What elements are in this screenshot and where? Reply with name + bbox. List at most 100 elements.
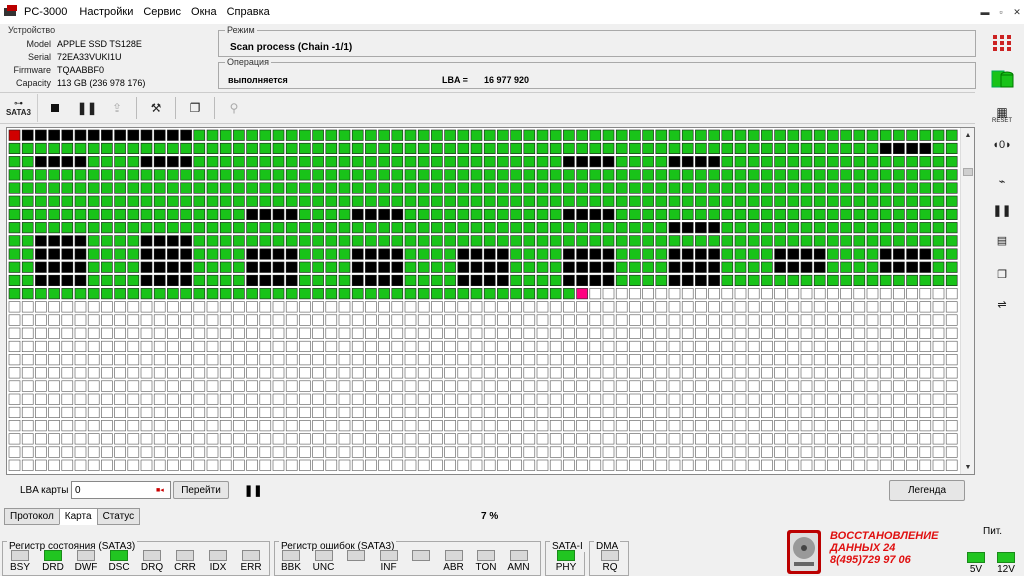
- map-block-good[interactable]: [800, 129, 813, 141]
- map-block-good[interactable]: [563, 195, 575, 207]
- map-block-empty[interactable]: [787, 327, 800, 339]
- map-block-empty[interactable]: [615, 446, 628, 458]
- map-block-good[interactable]: [325, 248, 338, 260]
- map-block-bad[interactable]: [576, 248, 588, 260]
- map-block-empty[interactable]: [378, 406, 390, 419]
- map-block-empty[interactable]: [61, 354, 74, 366]
- map-block-good[interactable]: [87, 288, 100, 300]
- map-block-empty[interactable]: [866, 393, 879, 405]
- map-block-good[interactable]: [470, 288, 483, 300]
- map-block-empty[interactable]: [127, 314, 140, 326]
- map-block-empty[interactable]: [391, 393, 404, 405]
- map-block-good[interactable]: [378, 169, 390, 181]
- scroll-thumb[interactable]: [963, 168, 973, 176]
- map-block-good[interactable]: [563, 222, 575, 234]
- map-block-empty[interactable]: [74, 393, 87, 405]
- map-block-empty[interactable]: [351, 446, 364, 458]
- map-block-empty[interactable]: [378, 301, 390, 313]
- map-block-good[interactable]: [576, 235, 588, 247]
- map-block-good[interactable]: [827, 129, 839, 141]
- map-block-empty[interactable]: [299, 380, 311, 392]
- map-block-empty[interactable]: [219, 340, 232, 352]
- map-block-empty[interactable]: [219, 433, 232, 445]
- map-block-empty[interactable]: [193, 340, 206, 352]
- map-block-empty[interactable]: [589, 340, 602, 352]
- map-block-good[interactable]: [655, 142, 668, 154]
- map-block-good[interactable]: [167, 182, 179, 194]
- map-block-empty[interactable]: [193, 459, 206, 471]
- map-block-empty[interactable]: [893, 301, 905, 313]
- map-block-good[interactable]: [140, 182, 153, 194]
- map-block-empty[interactable]: [919, 340, 932, 352]
- map-block-good[interactable]: [668, 169, 681, 181]
- map-block-good[interactable]: [246, 142, 258, 154]
- map-block-good[interactable]: [325, 261, 338, 273]
- map-block-empty[interactable]: [602, 327, 615, 339]
- map-block-good[interactable]: [827, 235, 839, 247]
- map-block-empty[interactable]: [206, 420, 219, 432]
- map-block-empty[interactable]: [325, 301, 338, 313]
- map-block-empty[interactable]: [457, 406, 470, 419]
- map-block-good[interactable]: [787, 169, 800, 181]
- map-block-bad[interactable]: [140, 248, 153, 260]
- map-block-empty[interactable]: [510, 393, 522, 405]
- map-block-good[interactable]: [576, 142, 588, 154]
- map-block-empty[interactable]: [259, 459, 272, 471]
- map-block-empty[interactable]: [299, 340, 311, 352]
- map-block-good[interactable]: [945, 208, 958, 220]
- map-block-empty[interactable]: [708, 288, 720, 300]
- map-block-good[interactable]: [866, 261, 879, 273]
- map-block-good[interactable]: [787, 274, 800, 286]
- map-block-good[interactable]: [747, 261, 760, 273]
- map-block-empty[interactable]: [932, 380, 945, 392]
- map-block-empty[interactable]: [167, 433, 179, 445]
- map-block-good[interactable]: [74, 195, 87, 207]
- map-block-bad[interactable]: [457, 274, 470, 286]
- map-block-good[interactable]: [879, 129, 892, 141]
- map-block-empty[interactable]: [114, 380, 126, 392]
- map-block-empty[interactable]: [365, 446, 377, 458]
- map-block-good[interactable]: [642, 208, 654, 220]
- map-block-empty[interactable]: [668, 380, 681, 392]
- map-block-empty[interactable]: [866, 459, 879, 471]
- map-block-empty[interactable]: [681, 354, 694, 366]
- map-block-bad[interactable]: [153, 274, 166, 286]
- map-block-empty[interactable]: [299, 433, 311, 445]
- map-block-bad[interactable]: [378, 208, 390, 220]
- map-block-bad[interactable]: [48, 248, 60, 260]
- map-block-empty[interactable]: [417, 406, 430, 419]
- map-block-empty[interactable]: [219, 354, 232, 366]
- map-block-empty[interactable]: [840, 380, 852, 392]
- map-block-empty[interactable]: [721, 433, 734, 445]
- map-block-empty[interactable]: [417, 393, 430, 405]
- map-block-good[interactable]: [642, 156, 654, 168]
- map-block-empty[interactable]: [61, 314, 74, 326]
- map-block-good[interactable]: [523, 222, 536, 234]
- map-block-good[interactable]: [457, 208, 470, 220]
- map-block-empty[interactable]: [259, 327, 272, 339]
- map-block-empty[interactable]: [378, 327, 390, 339]
- map-block-empty[interactable]: [312, 314, 324, 326]
- map-block-good[interactable]: [167, 195, 179, 207]
- map-block-empty[interactable]: [840, 354, 852, 366]
- map-block-bad[interactable]: [272, 208, 285, 220]
- map-block-good[interactable]: [431, 248, 443, 260]
- map-block-empty[interactable]: [259, 420, 272, 432]
- map-block-empty[interactable]: [140, 340, 153, 352]
- map-block-empty[interactable]: [919, 327, 932, 339]
- map-block-empty[interactable]: [945, 420, 958, 432]
- map-block-bad[interactable]: [563, 156, 575, 168]
- map-block-good[interactable]: [919, 169, 932, 181]
- map-block-empty[interactable]: [615, 367, 628, 379]
- map-block-good[interactable]: [853, 261, 866, 273]
- map-block-bad[interactable]: [708, 261, 720, 273]
- map-block-good[interactable]: [589, 182, 602, 194]
- map-block-empty[interactable]: [497, 433, 509, 445]
- map-block-good[interactable]: [708, 142, 720, 154]
- map-block-empty[interactable]: [457, 380, 470, 392]
- map-block-empty[interactable]: [457, 393, 470, 405]
- map-block-empty[interactable]: [497, 459, 509, 471]
- map-block-good[interactable]: [827, 222, 839, 234]
- close-icon[interactable]: ✕: [1010, 0, 1024, 24]
- map-block-empty[interactable]: [602, 433, 615, 445]
